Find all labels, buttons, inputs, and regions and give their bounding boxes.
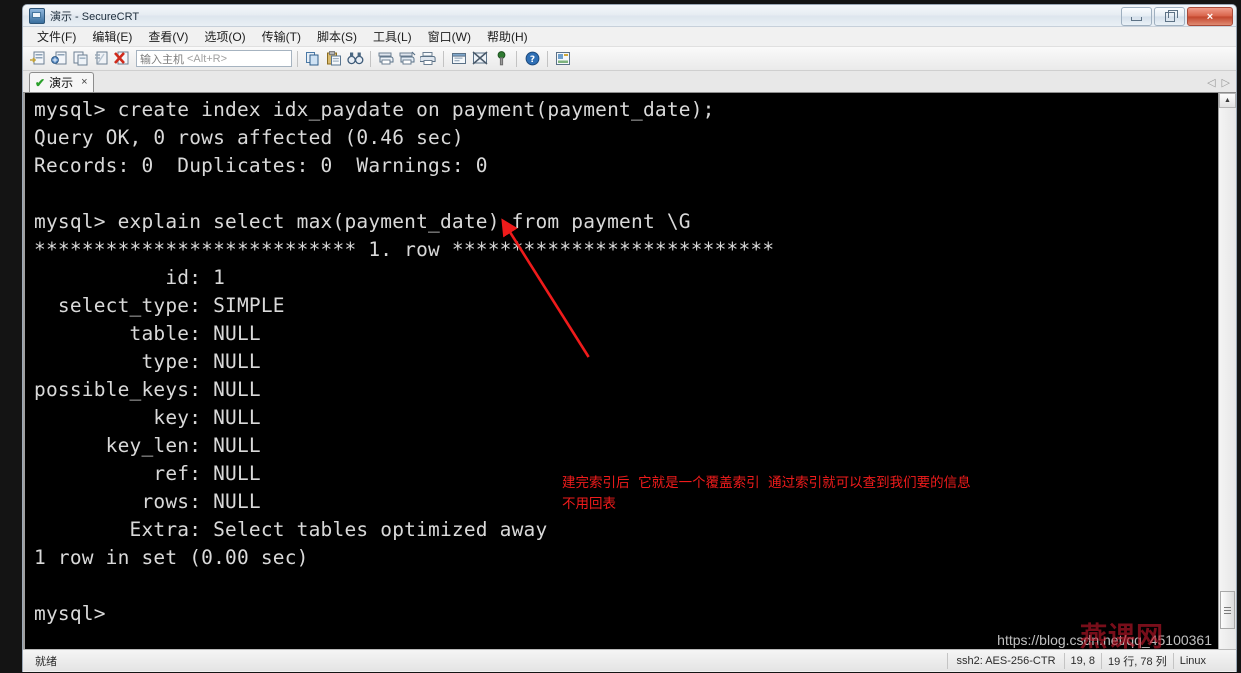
terminal-line: mysql> explain select max(payment_date) …	[34, 210, 691, 233]
help-icon[interactable]: ?	[522, 49, 542, 69]
tab-session-demo[interactable]: ✔ 演示 ×	[29, 72, 94, 92]
scrollbar-grip-icon	[1224, 606, 1231, 614]
print-icon[interactable]	[418, 49, 438, 69]
securecrt-window: 演示 - SecureCRT × 文件(F) 编辑(E) 查看(V) 选项(O)…	[22, 4, 1237, 672]
menu-window[interactable]: 窗口(W)	[420, 26, 479, 47]
minimize-icon	[1122, 8, 1151, 25]
status-terminal-type: Linux	[1172, 652, 1212, 669]
menu-tools[interactable]: 工具(L)	[365, 26, 420, 47]
title-bar: 演示 - SecureCRT ×	[23, 5, 1236, 27]
terminal-line: possible_keys: NULL	[34, 378, 261, 401]
menu-bar: 文件(F) 编辑(E) 查看(V) 选项(O) 传输(T) 脚本(S) 工具(L…	[23, 27, 1236, 47]
connected-check-icon: ✔	[35, 75, 46, 90]
terminal-line: table: NULL	[34, 322, 261, 345]
terminal-line: Query OK, 0 rows affected (0.46 sec)	[34, 126, 464, 149]
terminal-line: Extra: Select tables optimized away	[34, 518, 548, 541]
annotation-line-1: 建完索引后 它就是一个覆盖索引 通过索引就可以查到我们要的信息	[562, 475, 971, 491]
terminal-line: 1 row in set (0.00 sec)	[34, 546, 309, 569]
toolbar-separator-5	[547, 50, 548, 67]
toolbar-separator-4	[516, 50, 517, 67]
host-input-value: 输入主机	[140, 53, 184, 66]
tab-scroll-right-icon[interactable]: ▷	[1222, 76, 1230, 89]
toolbar: 输入主机 <Alt+R> ?	[23, 47, 1236, 71]
screen: 演示 - SecureCRT × 文件(F) 编辑(E) 查看(V) 选项(O)…	[0, 0, 1241, 673]
terminal-line: *************************** 1. row *****…	[34, 238, 775, 261]
terminal-area: mysql> create index idx_paydate on payme…	[23, 93, 1236, 649]
key-icon[interactable]	[491, 49, 511, 69]
toolbar-separator-2	[370, 50, 371, 67]
disconnect-icon[interactable]	[112, 49, 132, 69]
reconnect-icon[interactable]	[91, 49, 111, 69]
properties-icon[interactable]	[553, 49, 573, 69]
window-controls: ×	[1121, 7, 1233, 26]
paste-icon[interactable]	[324, 49, 344, 69]
copy-icon[interactable]	[303, 49, 323, 69]
toolbar-separator-3	[443, 50, 444, 67]
terminal-scrollbar[interactable]: ▲	[1218, 93, 1236, 649]
tab-label: 演示	[49, 76, 74, 90]
menu-transfer[interactable]: 传输(T)	[254, 26, 309, 47]
toggle-chat-icon[interactable]	[470, 49, 490, 69]
menu-edit[interactable]: 编辑(E)	[84, 26, 140, 47]
window-title: 演示 - SecureCRT	[50, 10, 140, 23]
new-session-icon[interactable]	[28, 49, 48, 69]
annotation-line-2: 不用回表	[562, 496, 616, 512]
status-ready-text: 就绪	[35, 655, 57, 668]
status-cipher: ssh2: AES-256-CTR	[947, 652, 1063, 669]
status-cursor-position: 19, 8	[1063, 652, 1101, 669]
host-input[interactable]: 输入主机 <Alt+R>	[136, 50, 292, 67]
securecrt-icon	[29, 7, 45, 24]
menu-view[interactable]: 查看(V)	[140, 26, 196, 47]
terminal-line: type: NULL	[34, 350, 261, 373]
minimize-button[interactable]	[1121, 7, 1152, 26]
svg-text:?: ?	[529, 55, 534, 65]
print-screen-icon[interactable]	[376, 49, 396, 69]
terminal-line: id: 1	[34, 266, 226, 289]
watermark-url: https://blog.csdn.net/qq_45100361	[997, 632, 1212, 648]
restore-button[interactable]	[1154, 7, 1185, 26]
clone-session-icon[interactable]	[70, 49, 90, 69]
tab-scroll-arrows: ◁ ▷	[1207, 76, 1230, 89]
terminal-line: key_len: NULL	[34, 434, 261, 457]
terminal-line: select_type: SIMPLE	[34, 294, 285, 317]
scrollbar-thumb[interactable]	[1220, 591, 1235, 629]
tab-bar: ✔ 演示 × ◁ ▷	[23, 71, 1236, 93]
terminal-line: mysql> create index idx_paydate on payme…	[34, 98, 715, 121]
connect-sftp-icon[interactable]	[49, 49, 69, 69]
close-button[interactable]: ×	[1187, 7, 1233, 26]
find-icon[interactable]	[345, 49, 365, 69]
log-session-icon[interactable]	[397, 49, 417, 69]
status-screen-size: 19 行, 78 列	[1101, 652, 1173, 669]
menu-options[interactable]: 选项(O)	[196, 26, 253, 47]
terminal-screen[interactable]: mysql> create index idx_paydate on payme…	[23, 93, 1218, 649]
menu-help[interactable]: 帮助(H)	[479, 26, 536, 47]
session-options-icon[interactable]	[449, 49, 469, 69]
tab-close-icon[interactable]: ×	[81, 77, 87, 88]
terminal-line: Records: 0 Duplicates: 0 Warnings: 0	[34, 154, 488, 177]
menu-file[interactable]: 文件(F)	[29, 26, 84, 47]
menu-script[interactable]: 脚本(S)	[309, 26, 365, 47]
toolbar-separator-1	[297, 50, 298, 67]
restore-icon	[1155, 8, 1184, 25]
scroll-up-icon[interactable]: ▲	[1219, 93, 1236, 108]
tab-scroll-left-icon[interactable]: ◁	[1207, 76, 1215, 89]
close-icon: ×	[1206, 10, 1214, 23]
annotation-text: 建完索引后 它就是一个覆盖索引 通过索引就可以查到我们要的信息 不用回表	[562, 473, 971, 515]
host-input-hint: <Alt+R>	[187, 52, 228, 65]
status-bar: 就绪 ssh2: AES-256-CTR 19, 8 19 行, 78 列 Li…	[23, 649, 1236, 671]
terminal-line: mysql>	[34, 602, 106, 625]
terminal-line: key: NULL	[34, 406, 261, 429]
